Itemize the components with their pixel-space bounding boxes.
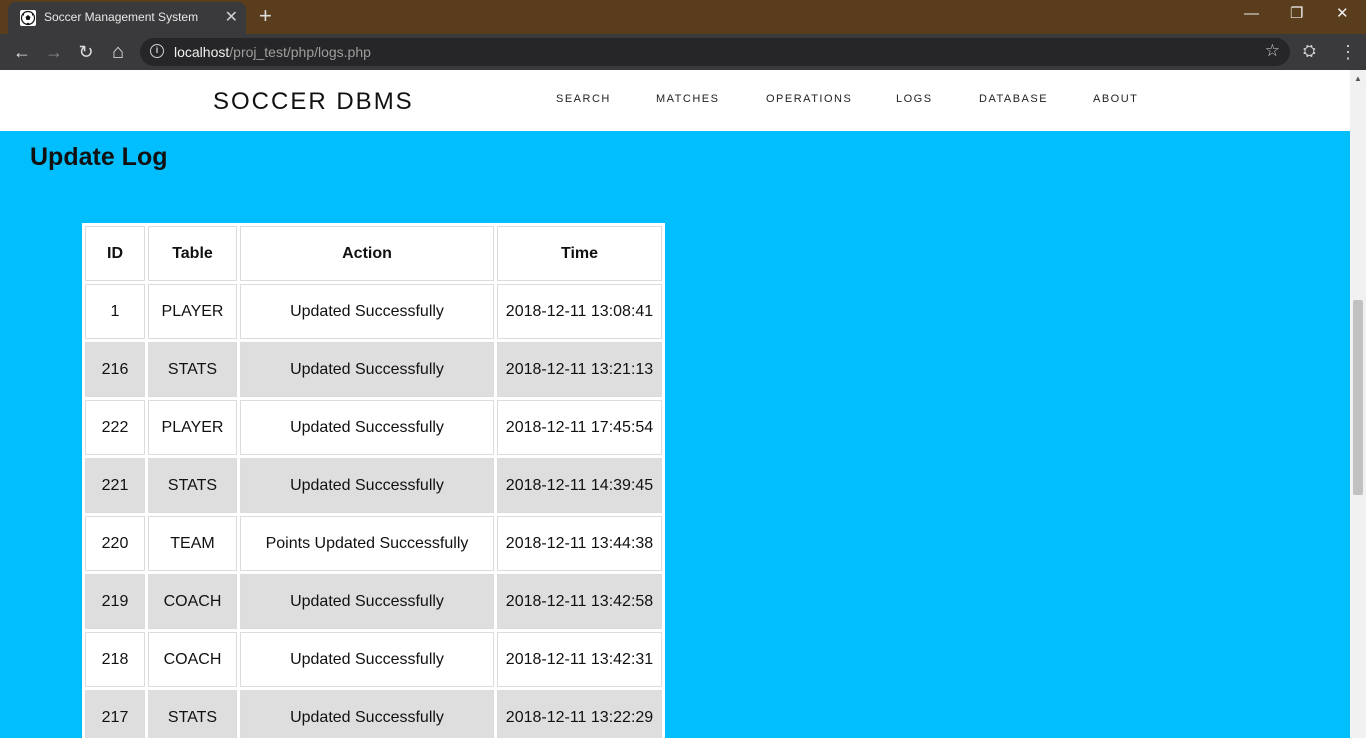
cell-action: Updated Successfully	[240, 632, 494, 687]
browser-tab-bar: Soccer Management System ✕ + — ❐ ✕	[0, 0, 1366, 34]
update-log-table: ID Table Action Time 1 PLAYER Updated Su…	[82, 223, 665, 738]
page-title: Update Log	[30, 143, 168, 171]
cell-time: 2018-12-11 14:39:45	[497, 458, 662, 513]
cell-time: 2018-12-11 13:44:38	[497, 516, 662, 571]
nav-operations[interactable]: OPERATIONS	[766, 93, 852, 105]
cell-table: STATS	[148, 690, 237, 738]
cell-action: Updated Successfully	[240, 574, 494, 629]
cell-action: Points Updated Successfully	[240, 516, 494, 571]
table-row: 217 STATS Updated Successfully 2018-12-1…	[85, 690, 662, 738]
cell-id: 1	[85, 284, 145, 339]
back-arrow-icon[interactable]: ←	[10, 40, 34, 64]
table-row: 218 COACH Updated Successfully 2018-12-1…	[85, 632, 662, 687]
cell-time: 2018-12-11 13:21:13	[497, 342, 662, 397]
nav-matches[interactable]: MATCHES	[656, 93, 719, 105]
cell-id: 216	[85, 342, 145, 397]
scrollbar-thumb[interactable]	[1353, 300, 1363, 495]
browser-menu-icon[interactable]: ⋮	[1339, 40, 1357, 64]
table-row: 222 PLAYER Updated Successfully 2018-12-…	[85, 400, 662, 455]
cell-table: COACH	[148, 632, 237, 687]
site-header: SOCCER DBMS SEARCH MATCHES OPERATIONS LO…	[0, 70, 1350, 131]
cell-id: 222	[85, 400, 145, 455]
nav-logs[interactable]: LOGS	[896, 93, 933, 105]
cell-action: Updated Successfully	[240, 400, 494, 455]
window-close-button[interactable]: ✕	[1336, 4, 1349, 24]
cell-table: PLAYER	[148, 400, 237, 455]
url-path: /proj_test/php/logs.php	[229, 44, 371, 60]
cell-time: 2018-12-11 13:22:29	[497, 690, 662, 738]
cell-time: 2018-12-11 17:45:54	[497, 400, 662, 455]
cell-id: 218	[85, 632, 145, 687]
nav-about[interactable]: ABOUT	[1093, 93, 1138, 105]
nav-search[interactable]: SEARCH	[556, 93, 611, 105]
cell-id: 217	[85, 690, 145, 738]
tab-close-icon[interactable]: ✕	[225, 7, 238, 27]
address-bar[interactable]: i localhost/proj_test/php/logs.php ☆	[140, 38, 1290, 66]
table-row: 220 TEAM Points Updated Successfully 201…	[85, 516, 662, 571]
cell-action: Updated Successfully	[240, 458, 494, 513]
cell-table: PLAYER	[148, 284, 237, 339]
cell-table: STATS	[148, 342, 237, 397]
forward-arrow-icon[interactable]: →	[42, 40, 66, 64]
header-action: Action	[240, 226, 494, 281]
cell-time: 2018-12-11 13:08:41	[497, 284, 662, 339]
browser-toolbar: ← → ↻ ⌂ i localhost/proj_test/php/logs.p…	[0, 34, 1366, 70]
cell-action: Updated Successfully	[240, 342, 494, 397]
minimize-button[interactable]: —	[1244, 4, 1259, 24]
home-icon[interactable]: ⌂	[106, 40, 130, 64]
cell-id: 220	[85, 516, 145, 571]
scroll-up-arrow-icon[interactable]: ▲	[1354, 74, 1362, 83]
extension-icon[interactable]: ⛭	[1303, 40, 1316, 64]
cell-id: 219	[85, 574, 145, 629]
cell-id: 221	[85, 458, 145, 513]
cell-action: Updated Successfully	[240, 284, 494, 339]
page-scrollbar[interactable]: ▲	[1350, 70, 1366, 738]
browser-tab[interactable]: Soccer Management System ✕	[8, 2, 246, 34]
tab-title: Soccer Management System	[44, 10, 199, 24]
header-time: Time	[497, 226, 662, 281]
soccer-ball-icon	[20, 10, 36, 26]
header-id: ID	[85, 226, 145, 281]
url-text[interactable]: localhost/proj_test/php/logs.php	[174, 44, 371, 60]
cell-time: 2018-12-11 13:42:31	[497, 632, 662, 687]
table-header-row: ID Table Action Time	[85, 226, 662, 281]
bookmark-star-icon[interactable]: ☆	[1265, 41, 1280, 61]
header-table: Table	[148, 226, 237, 281]
info-icon[interactable]: i	[150, 44, 164, 58]
cell-table: COACH	[148, 574, 237, 629]
cell-time: 2018-12-11 13:42:58	[497, 574, 662, 629]
nav-database[interactable]: DATABASE	[979, 93, 1048, 105]
restore-button[interactable]: ❐	[1290, 4, 1303, 24]
table-row: 1 PLAYER Updated Successfully 2018-12-11…	[85, 284, 662, 339]
new-tab-button[interactable]: +	[259, 4, 272, 28]
site-brand[interactable]: SOCCER DBMS	[213, 88, 414, 116]
table-row: 221 STATS Updated Successfully 2018-12-1…	[85, 458, 662, 513]
cell-table: STATS	[148, 458, 237, 513]
cell-table: TEAM	[148, 516, 237, 571]
cell-action: Updated Successfully	[240, 690, 494, 738]
table-row: 219 COACH Updated Successfully 2018-12-1…	[85, 574, 662, 629]
table-row: 216 STATS Updated Successfully 2018-12-1…	[85, 342, 662, 397]
reload-icon[interactable]: ↻	[74, 40, 98, 64]
url-host: localhost	[174, 44, 230, 60]
